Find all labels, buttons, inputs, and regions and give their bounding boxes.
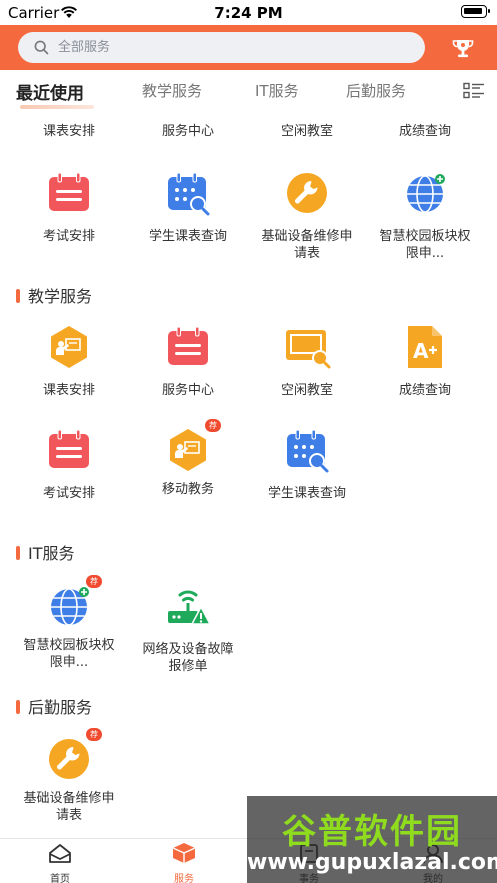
service-item-exam-schedule[interactable]: 考试安排 bbox=[14, 168, 124, 245]
svg-text:A: A bbox=[413, 339, 429, 363]
wrench-icon bbox=[287, 173, 327, 213]
section-title-marker bbox=[16, 289, 20, 303]
service-item-student-timetable[interactable]: 学生课表查询 bbox=[133, 168, 243, 245]
grade-a-plus-icon: A bbox=[408, 326, 442, 368]
search-icon bbox=[34, 40, 49, 55]
watermark-url: www.gupuxlazal.com bbox=[247, 850, 497, 875]
active-tab-indicator bbox=[20, 105, 94, 109]
icon-wrapper: 荐 bbox=[163, 419, 221, 475]
recent-item-label[interactable]: 服务中心 bbox=[133, 120, 243, 139]
service-item-service-center[interactable]: 服务中心 bbox=[133, 322, 243, 399]
service-item-label: 基础设备维修申请表 bbox=[261, 229, 353, 261]
service-item-label: 智慧校园板块权限申... bbox=[23, 638, 115, 670]
icon-wrapper: 荐 bbox=[44, 575, 102, 631]
calendar-icon bbox=[49, 429, 89, 468]
section-title-it: IT服务 bbox=[16, 540, 75, 564]
list-menu-icon[interactable] bbox=[463, 82, 485, 100]
tab-teaching[interactable]: 教学服务 bbox=[142, 80, 202, 101]
nav-label: 服务 bbox=[174, 874, 194, 883]
nav-home[interactable]: 首页 bbox=[25, 842, 95, 883]
service-item-course-schedule[interactable]: 课表安排 bbox=[14, 322, 124, 399]
clock: 7:24 PM bbox=[214, 4, 283, 22]
section-title-teaching: 教学服务 bbox=[16, 283, 92, 307]
watermark-logo: 谷普软件园 www.gupuxlazal.com bbox=[247, 796, 497, 883]
service-item-grade-query[interactable]: A 成绩查询 bbox=[370, 322, 480, 399]
search-header bbox=[0, 25, 497, 70]
service-item-equipment-repair[interactable]: 荐 基础设备维修申请表 bbox=[14, 728, 124, 824]
service-item-label: 移动教务 bbox=[161, 482, 214, 497]
battery-icon bbox=[461, 5, 490, 18]
service-item-free-classroom[interactable]: 空闲教室 bbox=[252, 322, 362, 399]
calendar-icon bbox=[168, 326, 208, 365]
teacher-board-icon bbox=[51, 326, 87, 368]
service-item-label: 智慧校园板块权限申... bbox=[379, 229, 471, 261]
watermark-title: 谷普软件园 bbox=[282, 812, 462, 852]
service-item-label: 基础设备维修申请表 bbox=[23, 791, 115, 823]
calendar-icon bbox=[49, 172, 89, 211]
home-icon bbox=[49, 844, 71, 863]
service-item-label: 考试安排 bbox=[42, 486, 95, 501]
recommend-badge: 荐 bbox=[86, 575, 102, 588]
classroom-screen-icon bbox=[286, 330, 331, 369]
calendar-search-icon bbox=[287, 429, 329, 473]
tab-recent[interactable]: 最近使用 bbox=[16, 79, 84, 104]
tab-logistics[interactable]: 后勤服务 bbox=[346, 80, 406, 101]
search-bar[interactable] bbox=[18, 32, 425, 63]
recent-item-label[interactable]: 空闲教室 bbox=[252, 120, 362, 139]
service-item-label: 成绩查询 bbox=[398, 383, 451, 398]
service-list: 课表安排 服务中心 空闲教室 成绩查询 考试安排 学生课表查询 基础设备维修申请… bbox=[0, 112, 497, 838]
recommend-badge: 荐 bbox=[86, 728, 102, 741]
nav-service[interactable]: 服务 bbox=[149, 842, 219, 883]
status-bar: Carrier 7:24 PM bbox=[0, 0, 497, 25]
section-title-text: 教学服务 bbox=[28, 287, 93, 306]
icon-wrapper: 荐 bbox=[44, 728, 102, 784]
recent-item-label[interactable]: 成绩查询 bbox=[370, 120, 480, 139]
service-item-exam-schedule[interactable]: 考试安排 bbox=[14, 425, 124, 502]
category-tabs: 最近使用 教学服务 IT服务 后勤服务 bbox=[0, 70, 497, 112]
recent-item-label[interactable]: 课表安排 bbox=[14, 120, 124, 139]
section-title-logistics: 后勤服务 bbox=[16, 694, 92, 718]
service-item-equipment-repair[interactable]: 基础设备维修申请表 bbox=[252, 168, 362, 262]
service-item-mobile-academic[interactable]: 荐 移动教务 bbox=[133, 419, 243, 498]
tab-it[interactable]: IT服务 bbox=[255, 80, 299, 101]
recommend-badge: 荐 bbox=[205, 419, 221, 432]
service-item-label: 服务中心 bbox=[161, 383, 214, 398]
service-item-label: 课表安排 bbox=[42, 383, 95, 398]
calendar-search-icon bbox=[168, 172, 210, 216]
section-title-marker bbox=[16, 700, 20, 714]
service-item-student-timetable[interactable]: 学生课表查询 bbox=[252, 425, 362, 502]
service-item-label: 空闲教室 bbox=[280, 383, 333, 398]
service-item-label: 学生课表查询 bbox=[267, 486, 346, 501]
trophy-icon[interactable] bbox=[449, 34, 477, 62]
service-item-label: 考试安排 bbox=[42, 229, 95, 244]
service-item-network-repair[interactable]: 网络及设备故障报修单 bbox=[133, 581, 243, 675]
wrench-icon bbox=[49, 739, 89, 779]
globe-icon bbox=[407, 174, 445, 213]
globe-icon bbox=[51, 587, 89, 626]
section-title-text: 后勤服务 bbox=[28, 698, 93, 717]
nav-label: 首页 bbox=[50, 874, 70, 883]
service-item-smart-campus[interactable]: 智慧校园板块权限申... bbox=[370, 168, 480, 262]
section-title-text: IT服务 bbox=[28, 544, 75, 563]
teacher-board-icon bbox=[170, 429, 206, 471]
search-input[interactable] bbox=[58, 32, 408, 63]
section-title-marker bbox=[16, 546, 20, 560]
service-cube-icon bbox=[172, 843, 196, 863]
router-warning-icon bbox=[168, 590, 212, 625]
service-item-label: 网络及设备故障报修单 bbox=[142, 642, 234, 674]
service-item-label: 学生课表查询 bbox=[148, 229, 227, 244]
service-item-smart-campus[interactable]: 荐 智慧校园板块权限申... bbox=[14, 575, 124, 671]
